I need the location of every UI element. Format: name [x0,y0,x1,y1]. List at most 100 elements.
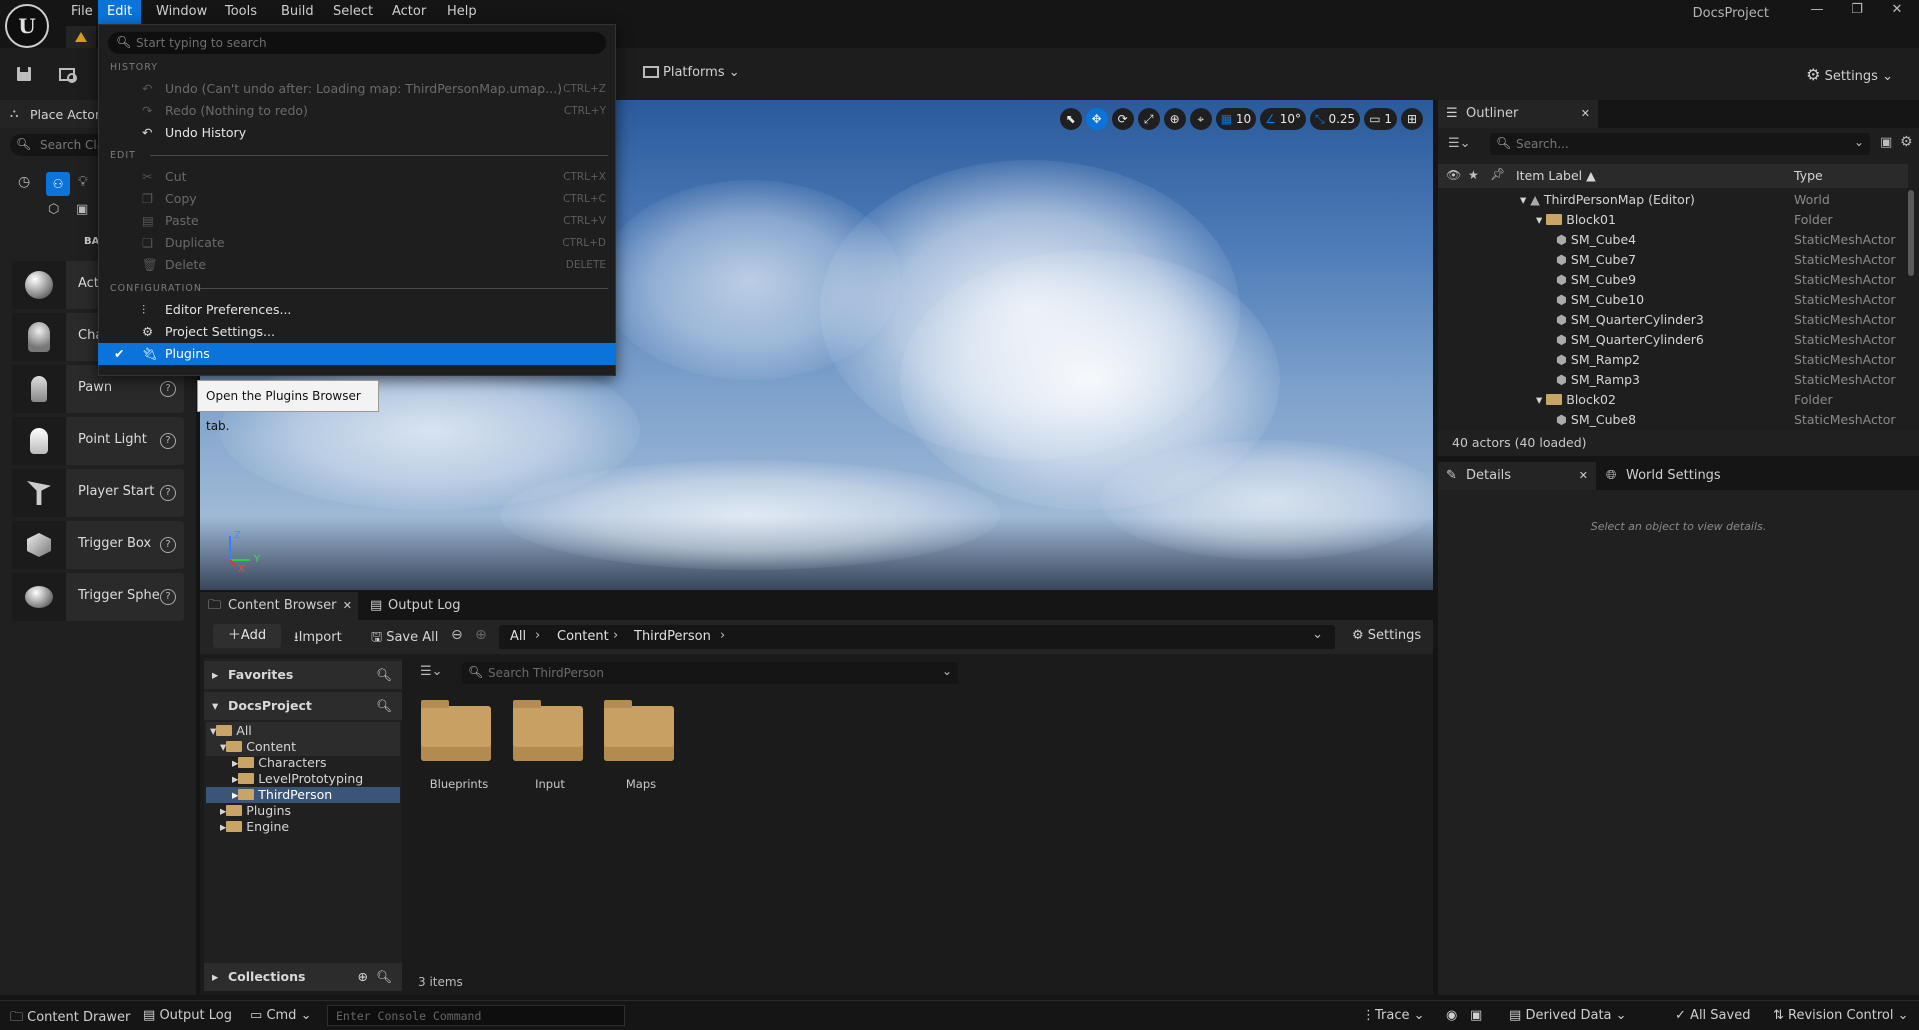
camera-speed-button[interactable]: ▭ 1 [1364,108,1397,130]
asset-search[interactable]: 🔍︎ Search ThirdPerson ⌄ [462,662,958,684]
tab-output-log[interactable]: ▤ Output Log [362,592,492,620]
outliner-row[interactable]: ⬢ SM_QuarterCylinder3 StaticMeshActor [1438,310,1908,330]
back-icon[interactable]: ⊖ [451,627,463,643]
recent-icon[interactable]: ◷ [18,174,38,194]
outliner-row[interactable]: ⬢ SM_Cube7 StaticMeshActor [1438,250,1908,270]
save-all-button[interactable]: 🖫︎ Save All [371,628,438,650]
column-type[interactable]: Type [1794,168,1823,183]
tree-item[interactable]: ▾ Content [220,739,296,755]
visual-effects-icon[interactable]: ▣ [76,202,96,222]
all-saved-button[interactable]: ✓ All Saved [1675,1008,1750,1023]
outliner-row[interactable]: ▾ ▲ ThirdPersonMap (Editor) World [1438,190,1908,210]
outliner-search[interactable]: 🔍︎ Search... ⌄ [1490,133,1870,155]
menu-search-input[interactable]: 🔍︎ Start typing to search [108,32,606,54]
menu-edit[interactable]: Edit [98,0,142,24]
help-icon[interactable]: ? [160,433,176,449]
help-icon[interactable]: ? [160,537,176,553]
path-content[interactable]: Content [557,629,609,644]
select-mode-icon[interactable]: ⬉ [1059,108,1082,130]
grid-snap-button[interactable]: ▦ 10 [1215,108,1257,130]
favorites-header[interactable]: ▸ Favorites 🔍︎ [204,661,402,689]
menu-item-redo[interactable]: ↷ Redo (Nothing to redo) CTRL+Y [98,100,616,122]
outliner-row[interactable]: ⬢ SM_Cube9 StaticMeshActor [1438,270,1908,290]
close-tab-icon[interactable]: ✕ [1579,462,1588,490]
tree-item[interactable]: ▸ LevelPrototyping [232,771,363,787]
tab-world-settings[interactable]: 🌐︎ World Settings [1598,462,1778,490]
restore-icon[interactable]: ❐ [1842,2,1872,22]
search-icon[interactable]: 🔍︎ [376,661,392,689]
menu-item-copy[interactable]: ❐ Copy CTRL+C [98,188,616,210]
help-icon[interactable]: ? [160,485,176,501]
path-all[interactable]: All [510,629,526,644]
revision-control-button[interactable]: ⇅ Revision Control ⌄ [1773,1008,1909,1023]
derived-data-button[interactable]: ▤ Derived Data ⌄ [1509,1008,1627,1023]
outliner-row[interactable]: ⬢ SM_Cube8 StaticMeshActor [1438,410,1908,428]
search-icon[interactable]: 🔍︎ [376,692,392,720]
folder-thumbnail-icon[interactable] [421,700,491,761]
tab-outliner[interactable]: ☰ Outliner ✕ [1438,100,1598,128]
help-icon[interactable]: ? [160,381,176,397]
scale-snap-button[interactable]: ⤡ 0.25 [1310,108,1361,130]
chevron-right-icon[interactable]: › [720,628,725,643]
project-header[interactable]: ▾ DocsProject 🔍︎ [204,692,402,720]
menu-help[interactable]: Help [438,0,486,24]
outliner-scrollbar[interactable] [1908,190,1914,276]
collections-header[interactable]: ▸ Collections ⊕ 🔍︎ [204,963,402,991]
content-browser-settings-button[interactable]: ⚙ Settings [1352,628,1421,643]
forward-icon[interactable]: ⊕ [475,627,487,643]
search-icon[interactable]: 🔍︎ [376,963,392,991]
tree-item[interactable]: ▾ All [210,723,252,739]
outliner-row[interactable]: ⬢ SM_QuarterCylinder6 StaticMeshActor [1438,330,1908,350]
world-space-icon[interactable]: ⊕ [1163,108,1186,130]
trace-button[interactable]: ⋮Trace ⌄ [1362,1008,1425,1023]
menu-build[interactable]: Build [272,0,323,24]
actor-item-trigger-box[interactable]: Trigger Box? [12,521,184,569]
platforms-button[interactable]: Platforms ⌄ [643,65,740,80]
folder-thumbnail-icon[interactable] [513,700,583,761]
toolbar-settings-button[interactable]: ⚙ Settings ⌄ [1806,65,1893,84]
tab-content-browser[interactable]: 🗀 Content Browser ✕ [200,592,358,620]
outliner-row[interactable]: ⬢ SM_Ramp2 StaticMeshActor [1438,350,1908,370]
menu-item-undo[interactable]: ↶ Undo (Can't undo after: Loading map: Th… [98,78,616,100]
tree-item[interactable]: ▸ Characters [232,755,327,771]
help-icon[interactable]: ? [160,589,176,605]
record-icon[interactable]: ◉ [1446,1008,1457,1023]
outliner-row[interactable]: ⬢ SM_Cube4 StaticMeshActor [1438,230,1908,250]
actor-item-point-light[interactable]: Point Light? [12,417,184,465]
add-collection-icon[interactable]: ⊕ [358,963,368,991]
outliner-row[interactable]: ▾ Block02 Folder [1438,390,1908,410]
chevron-right-icon[interactable]: › [535,628,540,643]
menu-item-plugins[interactable]: ✔ 🔌︎ Plugins [98,343,616,365]
camera-icon[interactable]: ▣ [1470,1008,1482,1023]
content-drawer-button[interactable]: 🗀 Content Drawer [10,1008,130,1030]
menu-tools[interactable]: Tools [216,0,266,24]
chevron-right-icon[interactable]: › [613,628,618,643]
minimize-icon[interactable]: — [1802,2,1832,22]
tab-details[interactable]: ✎ Details ✕ [1438,462,1596,490]
translate-icon[interactable]: ✥ [1085,108,1108,130]
level-tab[interactable] [66,26,96,48]
folder-thumbnail-icon[interactable] [604,700,674,761]
menu-item-editor-preferences[interactable]: ⫶ Editor Preferences... [98,299,616,321]
lights-icon[interactable]: 💡︎ [78,174,98,194]
pin-star-icon[interactable]: ★ [1468,168,1479,182]
layout-icon[interactable]: ⊞ [1401,108,1423,130]
close-icon[interactable]: ✕ [1882,2,1912,22]
chevron-down-icon[interactable]: ⌄ [1312,627,1323,642]
filter-icon[interactable]: ☰⌄ [420,664,443,679]
menu-item-project-settings[interactable]: ⚙ Project Settings... [98,321,616,343]
add-folder-icon[interactable]: ▣ [1880,135,1892,150]
console-input[interactable]: Enter Console Command [327,1005,625,1026]
menu-item-undo-history[interactable]: ↶ Undo History [98,122,616,144]
menu-file[interactable]: File [62,0,102,24]
pin-icon[interactable]: 📌︎ [1490,167,1505,181]
visibility-icon[interactable]: 👁︎ [1446,168,1461,182]
rotate-icon[interactable]: ⟳ [1111,108,1134,130]
import-button[interactable]: ⭳Import [294,628,342,650]
filter-icon[interactable]: ☰⌄ [1448,136,1471,151]
outliner-row[interactable]: ▾ Block01 Folder [1438,210,1908,230]
rotation-snap-button[interactable]: ∠ 10° [1260,108,1307,130]
column-item-label[interactable]: Item Label ▲ [1516,168,1596,183]
close-tab-icon[interactable]: ✕ [343,592,352,620]
surface-snap-icon[interactable]: ⌖ [1189,108,1212,130]
